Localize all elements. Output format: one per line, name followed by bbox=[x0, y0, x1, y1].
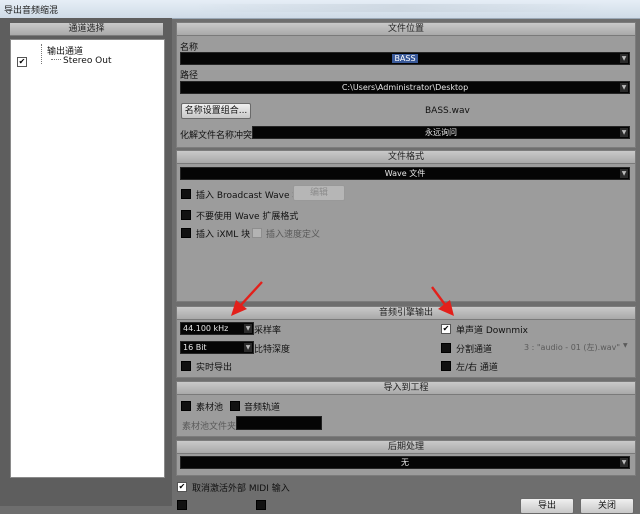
annotation-arrow-sample-rate bbox=[231, 281, 263, 316]
annotation-arrow-mono-downmix bbox=[431, 286, 454, 316]
annotation-arrows bbox=[231, 281, 454, 316]
